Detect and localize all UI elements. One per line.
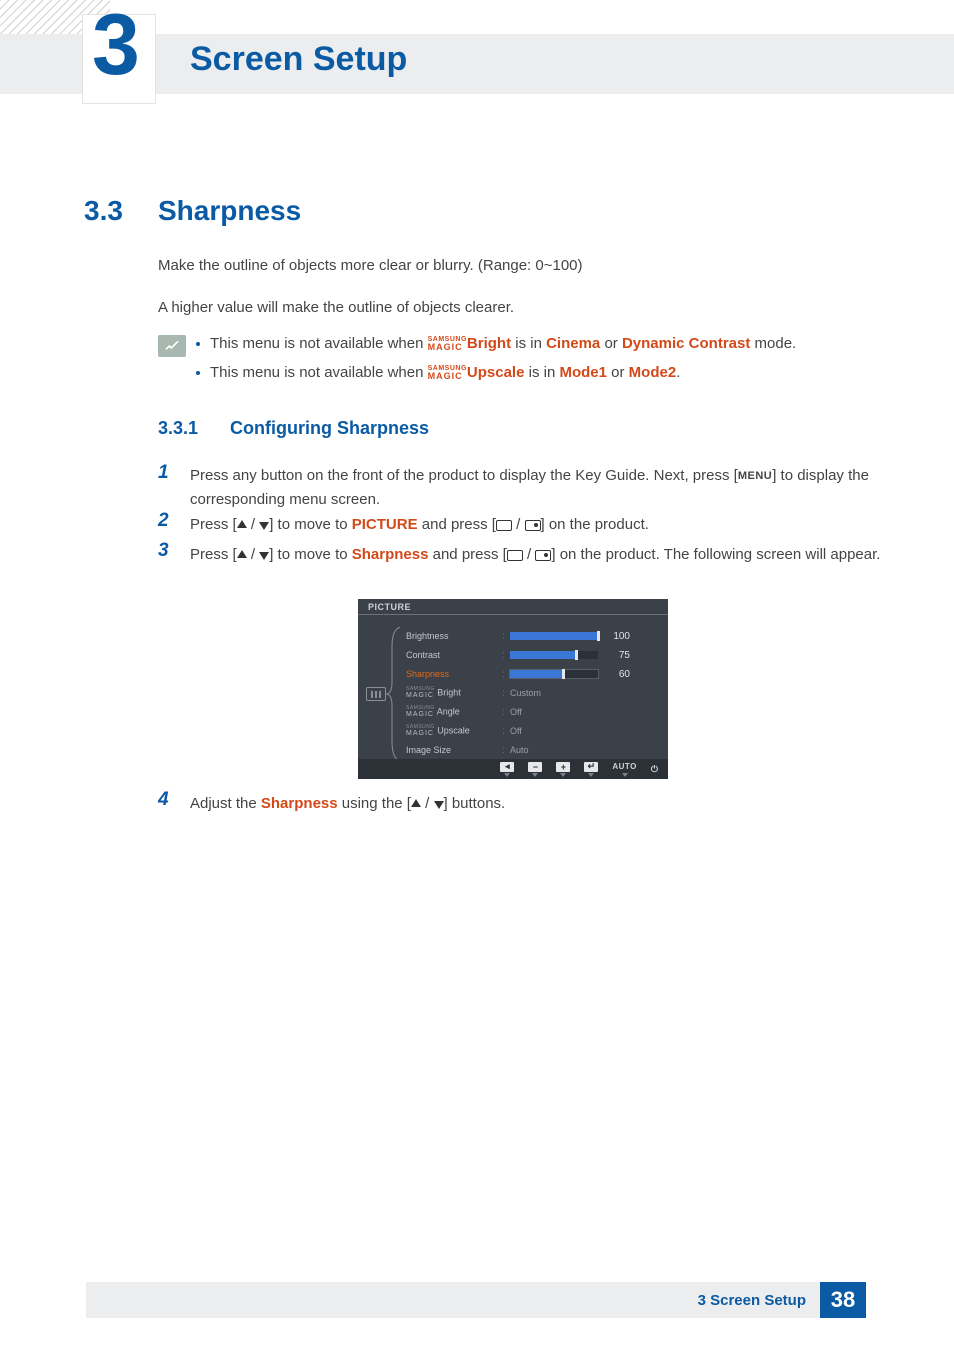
footer-page-number: 38 [820, 1282, 866, 1318]
subsection-title: Configuring Sharpness [230, 418, 429, 439]
footer-band: 3 Screen Setup 38 [86, 1282, 866, 1318]
osd-row-image-size[interactable]: Image Size:Auto [406, 741, 656, 759]
intro-text-2: A higher value will make the outline of … [158, 297, 898, 320]
osd-picture-icon [366, 687, 386, 701]
bullet-dot-icon [196, 371, 200, 375]
step-text-4: Adjust the Sharpness using the [ / ] but… [190, 792, 900, 816]
select-buttons-icon: / [507, 543, 552, 567]
osd-row-brightness[interactable]: Brightness:100 [406, 627, 656, 645]
osd-auto-button[interactable]: AUTO [612, 762, 637, 777]
up-down-icon: / [237, 543, 270, 567]
up-down-icon: / [237, 513, 270, 537]
footer-label: 3 Screen Setup [698, 1292, 806, 1309]
step-text-1: Press any button on the front of the pro… [190, 464, 900, 512]
menu-key-label: MENU [738, 468, 772, 486]
osd-minus-icon[interactable]: − [528, 762, 542, 777]
step-number-4: 4 [158, 789, 169, 811]
osd-footer: ◂ − + ↵ AUTO ⏻ [358, 759, 668, 779]
step-number-1: 1 [158, 462, 169, 484]
bullet-dot-icon [196, 342, 200, 346]
osd-enter-icon[interactable]: ↵ [584, 762, 598, 777]
samsung-magic-label: SAMSUNGMAGIC [428, 365, 467, 381]
osd-back-icon[interactable]: ◂ [500, 762, 514, 777]
intro-text-1: Make the outline of objects more clear o… [158, 255, 898, 278]
step-text-2: Press [ / ] to move to PICTURE and press… [190, 513, 900, 537]
chapter-title: Screen Setup [190, 40, 407, 79]
osd-row-upscale[interactable]: SAMSUNGMAGIC Upscale:Off [406, 722, 656, 740]
osd-title: PICTURE [368, 602, 411, 612]
step-text-3: Press [ / ] to move to Sharpness and pre… [190, 543, 900, 567]
step-number-2: 2 [158, 510, 169, 532]
osd-plus-icon[interactable]: + [556, 762, 570, 777]
note-icon [158, 335, 186, 357]
up-down-icon: / [411, 792, 444, 816]
chapter-number: 3 [92, 0, 140, 95]
osd-row-angle[interactable]: SAMSUNGMAGIC Angle:Off [406, 703, 656, 721]
samsung-magic-label: SAMSUNGMAGIC [428, 336, 467, 352]
osd-power-icon[interactable]: ⏻ [651, 764, 658, 774]
osd-row-contrast[interactable]: Contrast:75 [406, 646, 656, 664]
osd-panel: PICTURE Brightness:100Contrast:75Sharpne… [358, 599, 668, 779]
step-number-3: 3 [158, 540, 169, 562]
osd-row-bright[interactable]: SAMSUNGMAGIC Bright:Custom [406, 684, 656, 702]
select-buttons-icon: / [496, 513, 541, 537]
section-number: 3.3 [84, 195, 123, 227]
subsection-number: 3.3.1 [158, 418, 198, 439]
osd-row-sharpness[interactable]: Sharpness:60 [406, 665, 656, 683]
note-bullet-2: This menu is not available when SAMSUNGM… [210, 364, 900, 381]
section-title: Sharpness [158, 195, 301, 227]
note-bullet-1: This menu is not available when SAMSUNGM… [210, 335, 900, 352]
